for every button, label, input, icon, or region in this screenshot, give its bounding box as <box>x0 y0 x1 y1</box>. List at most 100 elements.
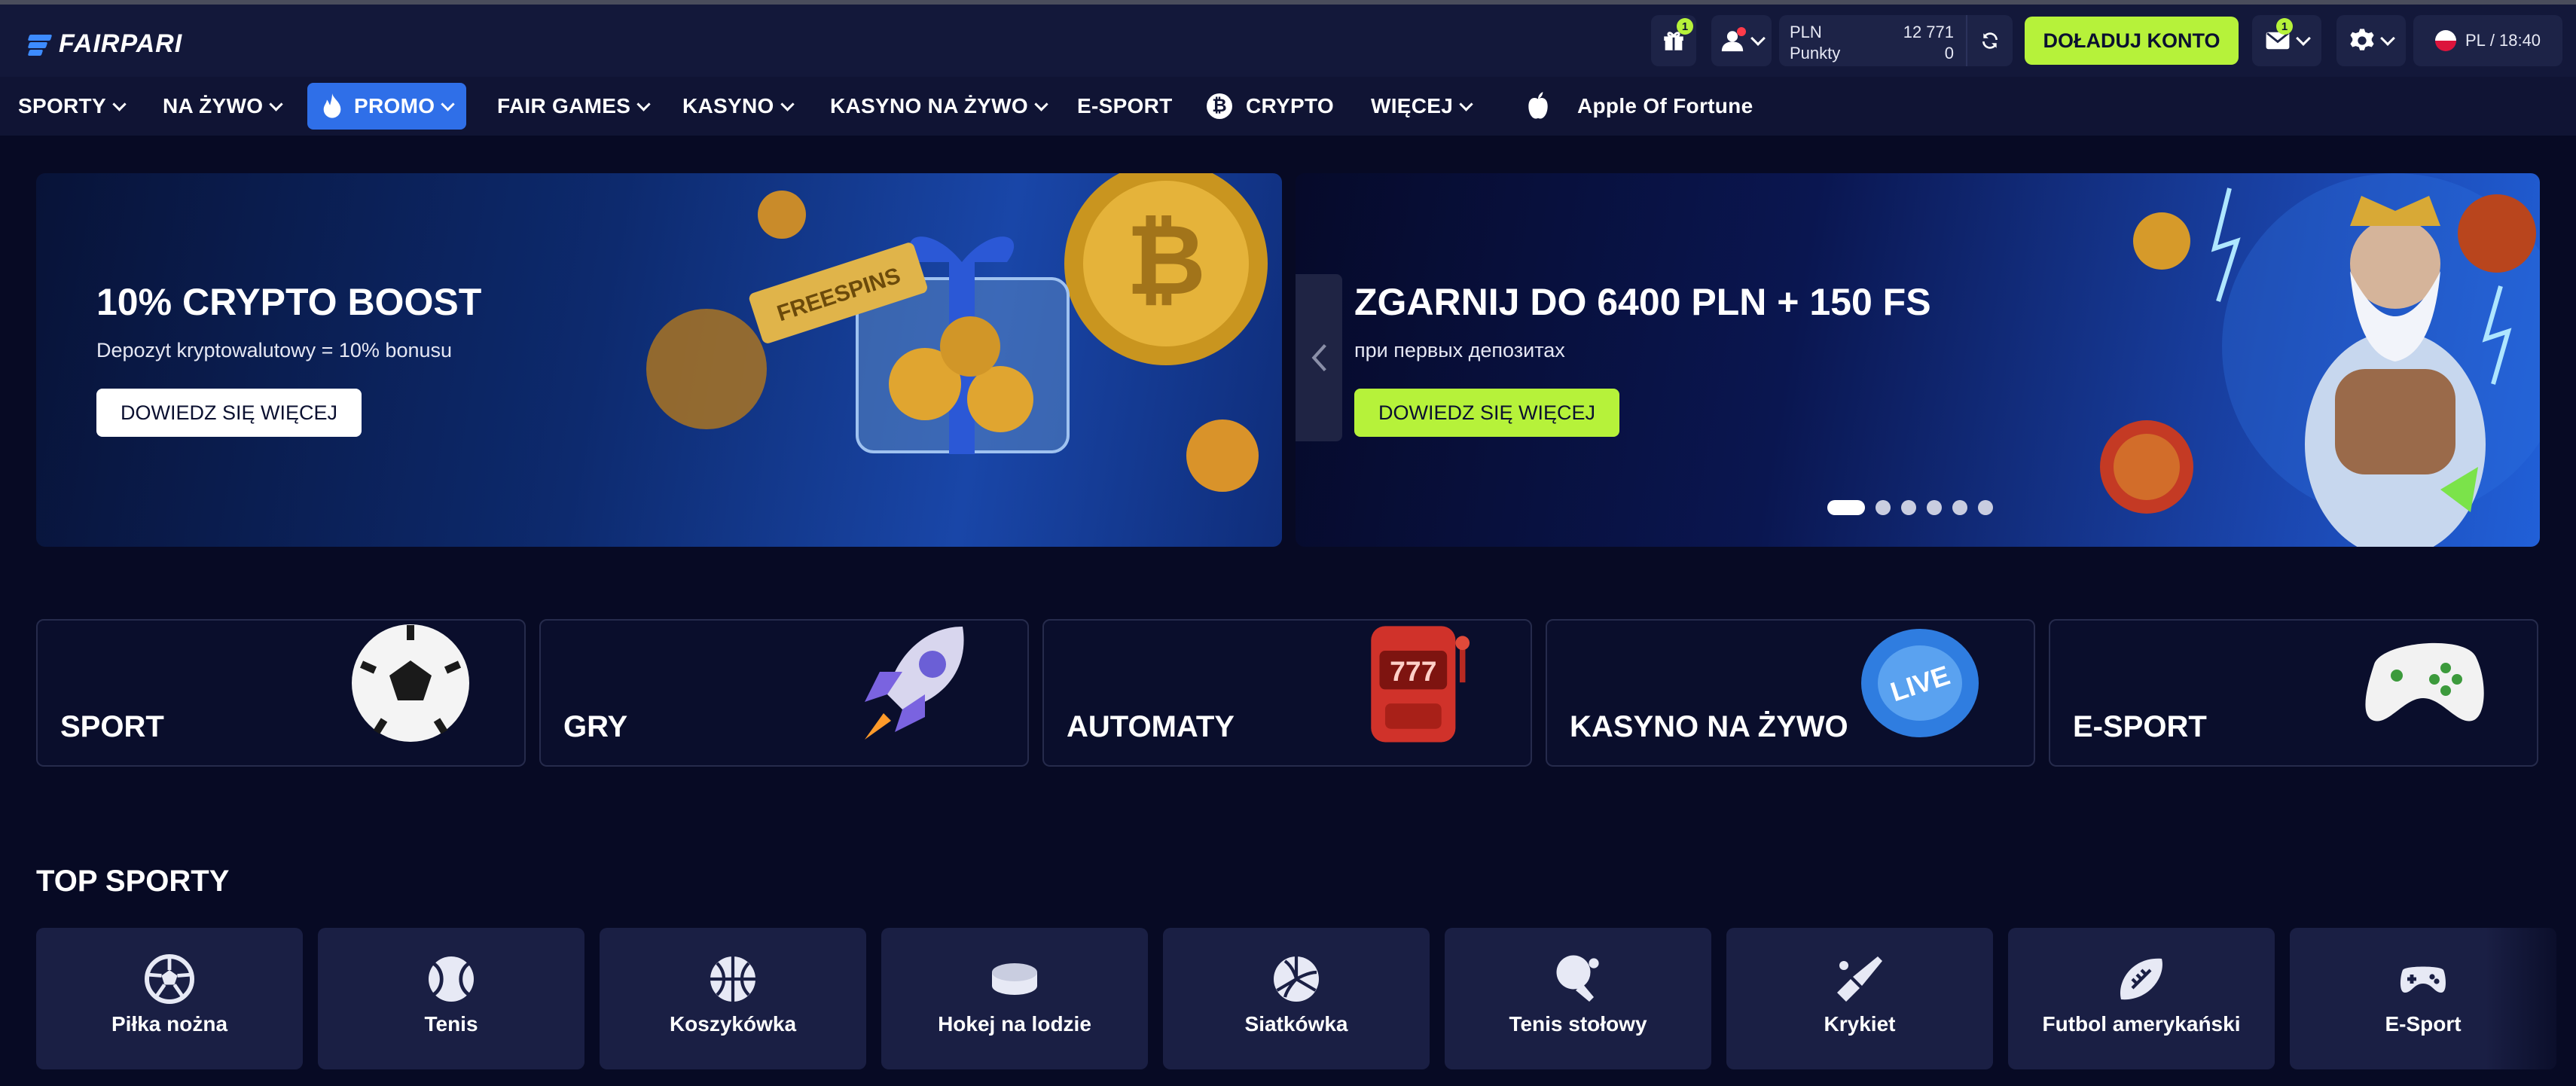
locale-separator: / <box>2489 31 2495 50</box>
category-card-live-casino[interactable]: LIVE KASYNO NA ŻYWO <box>1546 619 2035 767</box>
messages-button[interactable]: 1 <box>2252 15 2321 66</box>
sport-tile-american-football[interactable]: Futbol amerykański <box>2008 928 2275 1069</box>
gift-button[interactable]: 1 <box>1651 15 1696 66</box>
carousel-dot[interactable] <box>1978 500 1993 515</box>
nav-live-casino[interactable]: KASYNO NA ŻYWO <box>830 77 1048 136</box>
sport-tile-basketball[interactable]: Koszykówka <box>600 928 866 1069</box>
chevron-down-icon <box>441 96 455 111</box>
mail-badge: 1 <box>2276 18 2293 35</box>
sport-tile-football[interactable]: Piłka nożna <box>36 928 303 1069</box>
american-football-icon <box>2120 958 2162 1000</box>
carousel-dot[interactable] <box>1952 500 1967 515</box>
nav-casino-label: KASYNO <box>682 94 774 117</box>
gamepad-icon <box>2365 642 2484 721</box>
sport-label: Koszykówka <box>669 1012 797 1036</box>
sport-label: Futbol amerykański <box>2042 1012 2241 1036</box>
top-sports-title: TOP SPORTY <box>36 865 230 898</box>
cricket-bat-icon <box>1837 956 1882 1002</box>
nav-apple-label: Apple Of Fortune <box>1577 94 1753 117</box>
promo-banner-welcome[interactable]: ZGARNIJ DO 6400 PLN + 150 FS при первых … <box>1296 173 2540 547</box>
fire-icon <box>323 93 341 118</box>
category-card-slots[interactable]: 777 AUTOMATY <box>1042 619 1532 767</box>
chevron-down-icon <box>112 96 127 111</box>
category-card-esport[interactable]: E-SPORT <box>2049 619 2538 767</box>
nav-esport[interactable]: E-SPORT <box>1077 77 1173 136</box>
category-label: GRY <box>563 710 628 743</box>
nav-sports[interactable]: SPORTY <box>18 77 127 136</box>
learn-more-button[interactable]: DOWIEDZ SIĘ WIĘCEJ <box>1354 389 1620 437</box>
ping-pong-icon <box>1556 955 1599 1002</box>
nav-live-label: NA ŻYWO <box>163 94 264 117</box>
gift-badge: 1 <box>1677 18 1693 35</box>
nav-apple-of-fortune[interactable]: Apple Of Fortune <box>1526 77 1753 136</box>
poland-flag-icon <box>2434 30 2456 51</box>
carousel-dots <box>1827 500 1993 515</box>
chevron-down-icon <box>1459 96 1473 111</box>
locale-time-selector[interactable]: PL / 18:40 <box>2413 15 2562 66</box>
zeus-illustration <box>2100 173 2540 547</box>
banner-subtitle: Depozyt kryptowalutowy = 10% bonusu <box>96 339 453 361</box>
nav-crypto[interactable]: ₿ CRYPTO <box>1207 77 1334 136</box>
carousel-dot[interactable] <box>1876 500 1891 515</box>
nav-promo[interactable]: PROMO <box>307 83 467 130</box>
nav-casino[interactable]: KASYNO <box>682 77 795 136</box>
sport-label: Hokej na lodzie <box>938 1012 1091 1036</box>
nav-live[interactable]: NA ŻYWO <box>163 77 283 136</box>
sport-tile-cricket[interactable]: Krykiet <box>1726 928 1993 1069</box>
account-menu-button[interactable] <box>1711 15 1772 66</box>
basketball-icon <box>710 956 755 1002</box>
chevron-down-icon <box>2296 30 2311 46</box>
nav-fair-games[interactable]: FAIR GAMES <box>497 77 651 136</box>
notification-dot <box>1737 27 1746 36</box>
slot-machine-icon: 777 <box>1371 626 1470 743</box>
top-header: FAIRPARI 1 PLN Punkty 12 771 0 DOŁADUJ K… <box>0 5 2576 77</box>
carousel-dot[interactable] <box>1901 500 1916 515</box>
apple-icon <box>1528 92 1548 119</box>
banner-subtitle: при первых депозитах <box>1354 339 1565 361</box>
chevron-down-icon <box>780 96 795 111</box>
category-label: AUTOMATY <box>1067 710 1235 743</box>
nav-more[interactable]: WIĘCEJ <box>1371 77 1473 136</box>
logo-mark-icon <box>24 30 53 57</box>
fairpari-logo[interactable]: FAIRPARI <box>24 27 182 60</box>
deposit-button[interactable]: DOŁADUJ KONTO <box>2025 17 2239 65</box>
category-label: SPORT <box>60 710 164 743</box>
carousel-prev-button[interactable] <box>1296 274 1342 441</box>
chevron-left-icon <box>1311 343 1326 372</box>
gamepad-icon <box>2401 966 2446 993</box>
clock-time: 18:40 <box>2498 31 2541 50</box>
slot-reels-text: 777 <box>1390 655 1436 687</box>
sport-tile-table-tennis[interactable]: Tenis stołowy <box>1445 928 1711 1069</box>
sport-tile-volleyball[interactable]: Siatkówka <box>1163 928 1430 1069</box>
soccer-ball-icon <box>352 624 469 742</box>
sport-label: Siatkówka <box>1244 1012 1348 1036</box>
carousel-dot[interactable] <box>1927 500 1942 515</box>
tennis-ball-icon <box>429 956 474 1002</box>
promo-banner-crypto[interactable]: ₿ FREESPINS 10% CRYPTO BOOST Depozyt kry… <box>36 173 1282 547</box>
carousel-dot[interactable] <box>1827 500 1865 515</box>
sport-tile-tennis[interactable]: Tenis <box>318 928 584 1069</box>
live-chip-icon: LIVE <box>1861 629 1979 737</box>
sport-tile-ice-hockey[interactable]: Hokej na lodzie <box>881 928 1148 1069</box>
sport-label: Piłka nożna <box>111 1012 228 1036</box>
bitcoin-icon: ₿ <box>1207 93 1232 119</box>
balance-currency: PLN <box>1790 23 1822 41</box>
points-value: 0 <box>1944 44 1954 63</box>
nav-esport-label: E-SPORT <box>1077 94 1173 117</box>
chevron-down-icon <box>269 96 283 111</box>
nav-promo-label: PROMO <box>354 94 435 117</box>
logo-text: FAIRPARI <box>59 29 183 58</box>
locale-label: PL <box>2465 31 2486 50</box>
sport-label: Krykiet <box>1824 1012 1896 1036</box>
nav-more-label: WIĘCEJ <box>1371 94 1454 117</box>
refresh-balance-button[interactable] <box>1966 15 2013 66</box>
football-icon <box>145 954 194 1004</box>
category-label: E-SPORT <box>2073 710 2207 743</box>
points-label: Punkty <box>1790 44 1841 63</box>
category-card-games[interactable]: GRY <box>539 619 1029 767</box>
settings-button[interactable] <box>2336 15 2406 66</box>
balance-widget[interactable]: PLN Punkty 12 771 0 <box>1779 15 2013 66</box>
category-card-sport[interactable]: SPORT <box>36 619 526 767</box>
banner-title: 10% CRYPTO BOOST <box>96 281 482 323</box>
learn-more-button[interactable]: DOWIEDZ SIĘ WIĘCEJ <box>96 389 362 437</box>
